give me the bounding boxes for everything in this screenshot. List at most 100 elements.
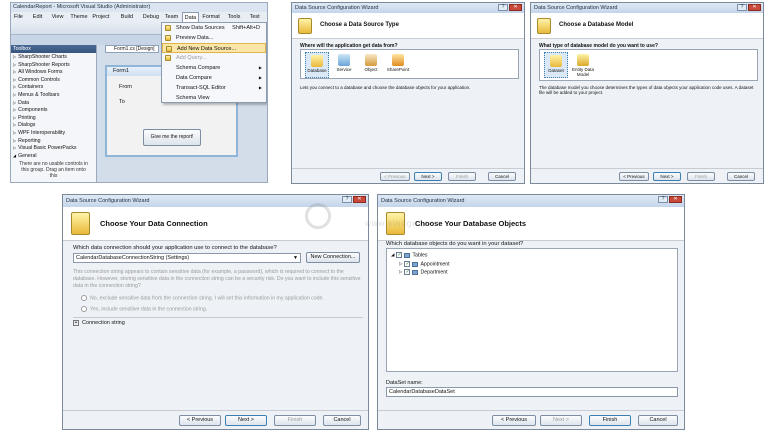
toolbox-item[interactable]: ▷ Common Controls	[13, 77, 60, 83]
close-icon[interactable]: ✕	[748, 4, 761, 11]
data-menu-item[interactable]: Preview Data...	[162, 33, 266, 43]
appointment-checkbox[interactable]: ✓	[404, 261, 411, 267]
tile-sharepoint[interactable]: SharePoint	[386, 52, 410, 72]
wizard-conn-footer: < Previous Next > Finish Cancel	[63, 410, 368, 429]
toolbox-item-label: Common Controls	[18, 76, 60, 83]
menu-file[interactable]: File	[12, 12, 25, 22]
cancel-button[interactable]: Cancel	[488, 172, 516, 181]
tree-node-department[interactable]: ▷ ✓ Department	[399, 269, 448, 275]
form-report-button[interactable]: Give me the report!	[143, 129, 201, 146]
toolbox-item[interactable]: ▷ Components	[13, 107, 48, 113]
next-button[interactable]: Next >	[653, 172, 681, 181]
toolbox-item[interactable]: ▷ Reporting	[13, 138, 41, 144]
cancel-button[interactable]: Cancel	[727, 172, 755, 181]
data-menu-item[interactable]: Show Data Sources Shift+Alt+D	[162, 23, 266, 33]
separator	[73, 317, 363, 318]
data-menu-item[interactable]: Add Query...	[162, 53, 266, 63]
include-sensitive-radio[interactable]: Yes, include sensitive data in the conne…	[81, 306, 207, 312]
next-button[interactable]: Next >	[414, 172, 442, 181]
menu-tools[interactable]: Tools	[226, 12, 243, 22]
toolbox-item[interactable]: ▷ Printing	[13, 115, 36, 121]
toolbox-item[interactable]: ▷ Visual Basic PowerPacks	[13, 145, 77, 151]
wizard-database-model: Data Source Configuration Wizard ? ✕ Choo…	[530, 2, 764, 184]
close-icon[interactable]: ✕	[509, 4, 522, 11]
menu-data[interactable]: Data	[181, 12, 200, 22]
menu-project[interactable]: Project	[90, 12, 111, 22]
help-icon[interactable]: ?	[658, 196, 668, 203]
menu-debug[interactable]: Debug	[141, 12, 161, 22]
previous-button[interactable]: < Previous	[492, 415, 536, 426]
data-menu-item[interactable]: Schema View	[162, 93, 266, 103]
next-button[interactable]: Next >	[225, 415, 267, 426]
menu-item-label: Show Data Sources	[176, 25, 225, 31]
data-menu-item[interactable]: Transact-SQL Editor ▶	[162, 83, 266, 93]
toolbox-item[interactable]: ▷ SharpShooter Reports	[13, 62, 70, 68]
next-button[interactable]: Next >	[540, 415, 582, 426]
tree-node-appointment[interactable]: ▷ ✓ Appointment	[399, 261, 450, 267]
data-menu-item[interactable]: Data Compare ▶	[162, 73, 266, 83]
toolbox-item[interactable]: ▷ Menus & Toolbars	[13, 92, 60, 98]
previous-button[interactable]: < Previous	[380, 172, 410, 181]
menu-analyze[interactable]: Analyze	[266, 12, 267, 22]
help-icon[interactable]: ?	[342, 196, 352, 203]
wizard-conn-heading: Choose Your Data Connection	[100, 219, 208, 228]
toolbox-item[interactable]: ▷ All Windows Forms	[13, 69, 62, 75]
sharepoint-icon	[392, 54, 404, 66]
tree-node-tables[interactable]: ◢ ✓ Tables	[391, 252, 427, 258]
menu-item-icon	[165, 85, 171, 91]
new-connection-button[interactable]: New Connection...	[306, 252, 360, 263]
form-label-from: From	[119, 84, 132, 90]
close-icon[interactable]: ✕	[353, 196, 366, 203]
cancel-button[interactable]: Cancel	[323, 415, 361, 426]
menu-item-label: Preview Data...	[176, 35, 214, 41]
menu-build[interactable]: Build	[119, 12, 135, 22]
connection-dropdown[interactable]: CalendarDatabaseConnectionString (Settin…	[73, 253, 301, 263]
exclude-sensitive-radio[interactable]: No, exclude sensitive data from the conn…	[81, 295, 324, 301]
finish-button[interactable]: Finish	[687, 172, 715, 181]
department-checkbox[interactable]: ✓	[404, 269, 411, 275]
toolbox-item[interactable]: ▷ Data	[13, 100, 29, 106]
previous-button[interactable]: < Previous	[179, 415, 221, 426]
tile-object[interactable]: Object	[359, 52, 383, 72]
menu-edit[interactable]: Edit	[31, 12, 44, 22]
finish-button[interactable]: Finish	[448, 172, 476, 181]
tables-checkbox[interactable]: ✓	[396, 252, 403, 258]
help-icon[interactable]: ?	[498, 4, 508, 11]
menu-team[interactable]: Team	[163, 12, 180, 22]
submenu-arrow-icon: ▶	[258, 85, 262, 90]
menu-item-label: Data Compare	[176, 75, 212, 81]
visual-studio-window: CalendarReport - Microsoft Visual Studio…	[10, 2, 268, 183]
toolbox-item-label: Visual Basic PowerPacks	[18, 145, 77, 152]
menu-format[interactable]: Format	[200, 12, 221, 22]
help-icon[interactable]: ?	[737, 4, 747, 11]
tile-dataset[interactable]: Dataset	[544, 52, 568, 78]
finish-button[interactable]: Finish	[589, 415, 631, 426]
close-icon[interactable]: ✕	[669, 196, 682, 203]
previous-button[interactable]: < Previous	[619, 172, 649, 181]
toolbox-item[interactable]: ▷ Dialogs	[13, 122, 35, 128]
menu-theme[interactable]: Theme	[68, 12, 89, 22]
connection-string-expander[interactable]: + Connection string	[73, 320, 125, 326]
finish-button[interactable]: Finish	[274, 415, 316, 426]
toolbox-item[interactable]: ◢ General	[13, 153, 37, 159]
tile-database[interactable]: Database	[305, 52, 329, 78]
submenu-arrow-icon: ▶	[258, 75, 262, 80]
radio-circle	[81, 295, 87, 301]
tile-entity-data-model[interactable]: Entity Data Model	[571, 52, 595, 77]
data-menu-item[interactable]: Add New Data Source...	[162, 43, 266, 53]
expand-arrow-icon: ▷	[13, 84, 17, 90]
dataset-name-input[interactable]: CalendarDatabaseDataSet	[386, 387, 678, 397]
designer-tab[interactable]: Form1.cs [Design]	[105, 45, 159, 53]
toolbox-item-label: SharpShooter Charts	[18, 54, 67, 60]
tile-label: Dataset	[548, 68, 564, 73]
toolbox-item[interactable]: ▷ Containers	[13, 84, 43, 90]
data-menu-item[interactable]: Schema Compare ▶	[162, 63, 266, 73]
tile-service[interactable]: Service	[332, 52, 356, 72]
cancel-button[interactable]: Cancel	[638, 415, 678, 426]
menu-test[interactable]: Test	[248, 12, 262, 22]
wizard-model-header: Choose a Database Model	[531, 13, 763, 39]
menu-view[interactable]: View	[50, 12, 66, 22]
toolbox-item-label: WPF Interoperability	[18, 130, 66, 136]
toolbox-item[interactable]: ▷ WPF Interoperability	[13, 130, 65, 136]
toolbox-item[interactable]: ▷ SharpShooter Charts	[13, 54, 67, 60]
